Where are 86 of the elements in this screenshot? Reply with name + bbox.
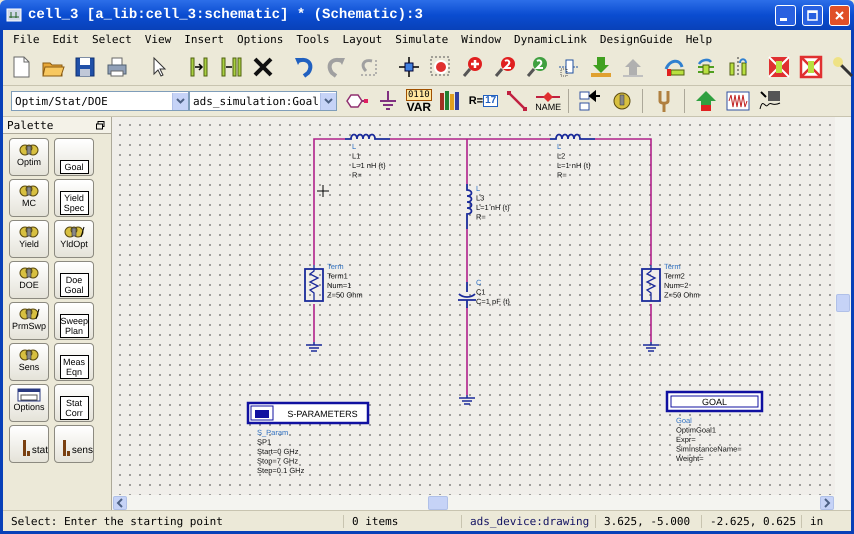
palette-button[interactable]: MC	[9, 179, 49, 217]
minimize-button[interactable]	[775, 4, 796, 26]
zoom-out-icon	[524, 54, 548, 78]
palette-button[interactable]: sens	[54, 425, 94, 463]
palette-button[interactable]: Options	[9, 384, 49, 422]
component-dropdown[interactable]: ads_simulation:Goal	[189, 91, 337, 111]
palette-button[interactable]: Yield Spec	[54, 179, 94, 217]
status-message: Select: Enter the starting point	[10, 514, 224, 528]
context-label: ads_device:drawing	[461, 514, 595, 528]
print-icon	[104, 54, 128, 78]
palette-button[interactable]: stat	[9, 425, 49, 463]
window-icon	[17, 388, 41, 402]
menu-item[interactable]: Select	[86, 32, 139, 46]
scroll-left-button[interactable]	[113, 496, 127, 510]
ground-symbol	[458, 394, 476, 405]
capacitor-symbol	[457, 281, 477, 309]
palette-button[interactable]: DOE	[9, 261, 49, 299]
menu-item[interactable]: Help	[680, 32, 720, 46]
units-label: in	[801, 514, 841, 528]
inductor-symbol	[466, 184, 472, 229]
palette-button[interactable]: Yield	[9, 220, 49, 258]
name-button[interactable]: NAME	[535, 90, 562, 112]
wire-label-icon	[536, 90, 560, 102]
palette-button[interactable]: Doe Goal	[54, 261, 94, 299]
crosshair-cursor-icon	[316, 184, 330, 198]
ground-symbol	[305, 341, 323, 352]
palette-title: Palette	[7, 118, 54, 132]
close-button[interactable]	[829, 4, 850, 26]
scrollbar-thumb[interactable]	[836, 294, 850, 312]
wire-icon	[504, 89, 529, 113]
palette-button[interactable]: PrmSwp	[9, 302, 49, 340]
palette-dropdown[interactable]: Optim/Stat/DOE	[11, 91, 189, 111]
menu-item[interactable]: Simulate	[389, 32, 456, 46]
pins-insert-icon	[218, 54, 242, 78]
menu-item[interactable]: File	[7, 32, 46, 46]
maximize-button[interactable]	[802, 4, 823, 26]
save-icon	[72, 54, 96, 78]
restore-icon[interactable]	[96, 120, 105, 130]
scroll-right-button[interactable]	[820, 496, 834, 510]
goal-block: GOAL	[666, 390, 764, 412]
inductor-symbol	[550, 134, 595, 140]
zoom-in-icon	[492, 54, 516, 78]
menu-item[interactable]: DynamicLink	[508, 32, 594, 46]
download-icon	[588, 54, 612, 78]
menu-item[interactable]: Edit	[46, 32, 86, 46]
scrollbar-thumb[interactable]	[428, 496, 448, 510]
simulate-icon	[578, 89, 602, 113]
arrow-up-icon	[694, 89, 718, 113]
waveform-icon	[726, 89, 750, 113]
close-icon	[834, 10, 845, 20]
menu-item[interactable]: View	[138, 32, 178, 46]
palette-button[interactable]: Optim	[9, 138, 49, 176]
zoom-area-icon	[428, 54, 452, 78]
offset-coordinates: -2.625, 0.625	[701, 514, 801, 528]
menu-item[interactable]: Window	[455, 32, 508, 46]
menu-item[interactable]: Options	[231, 32, 290, 46]
menu-item[interactable]: Insert	[178, 32, 231, 46]
s-parameters-block: S-PARAMETERS	[246, 402, 370, 424]
deactivate-icon	[798, 54, 822, 78]
delete-icon	[250, 54, 274, 78]
menu-item[interactable]: Tools	[290, 32, 336, 46]
port-terminal-symbol	[641, 265, 661, 302]
palette-button[interactable]: Meas Eqn	[54, 343, 94, 381]
menu-item[interactable]: Layout	[336, 32, 390, 46]
minimize-icon	[780, 18, 787, 20]
magic-wand-icon	[830, 54, 854, 78]
palette-button[interactable]: YldOpt	[54, 220, 94, 258]
menu-item[interactable]: DesignGuide	[594, 32, 680, 46]
port-terminal-symbol	[304, 265, 324, 302]
deactivate-button[interactable]	[797, 53, 824, 80]
zoom-in-icon	[460, 54, 484, 78]
deactivate-icon	[766, 54, 790, 78]
palette-button[interactable]: Sweep Plan	[54, 302, 94, 340]
bar-chart-icon	[62, 440, 71, 456]
palette-button[interactable]: Stat Corr	[54, 384, 94, 422]
palette-button[interactable]: Sens	[9, 343, 49, 381]
bar-chart-icon	[22, 440, 31, 456]
inductor-symbol	[345, 134, 390, 140]
coordinates: 3.625, -5.000	[595, 514, 701, 528]
item-count: 0 items	[343, 514, 461, 528]
move-icon	[396, 54, 420, 78]
ground-symbol	[642, 341, 660, 352]
window-title: cell_3 [a_lib:cell_3:schematic] * (Schematic):3	[28, 7, 424, 23]
app-icon	[6, 8, 22, 22]
palette-button[interactable]: Goal	[54, 138, 94, 176]
maximize-icon	[807, 10, 818, 20]
